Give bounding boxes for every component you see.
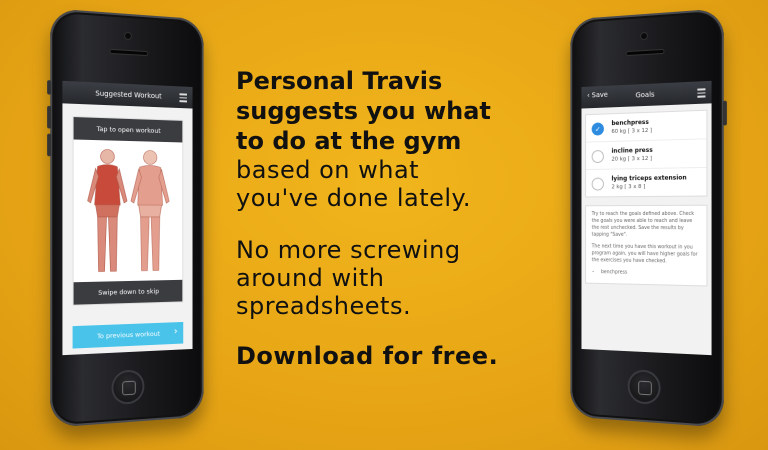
save-back-button[interactable]: ‹ Save [587,91,608,100]
para2-line-1: No more screwing [236,236,556,264]
previous-workout-button[interactable]: To previous workout › [73,322,184,349]
home-button-icon [628,369,661,405]
chevron-right-icon: › [174,326,178,337]
volume-up-button [47,106,51,129]
goal-row[interactable]: ✓ benchpress 60 kg [ 3 x 12 ] [586,111,706,143]
goals-list: ✓ benchpress 60 kg [ 3 x 12 ] incline pr… [585,110,707,198]
nav-bar: ‹ Save Goals [581,81,711,109]
screen-title: Goals [636,91,655,100]
marketing-copy: Personal Travis suggests you what to do … [236,66,556,370]
volume-down-button [47,134,51,157]
chevron-left-icon: ‹ [587,92,590,100]
unchecked-circle-icon[interactable] [592,178,604,191]
skip-workout-bar[interactable]: Swipe down to skip [74,280,183,305]
save-label: Save [592,91,608,100]
left-screen: Suggested Workout Tap to open workout Sw… [62,81,192,355]
goal-row[interactable]: lying triceps extension 2 kg [ 3 x 8 ] [586,168,706,197]
previous-workout-label: To previous workout [97,330,160,341]
instructions-text-1: Try to reach the goals defined above. Ch… [592,212,701,240]
download-cta[interactable]: Download for free. [236,342,556,370]
nav-bar: Suggested Workout [62,81,192,109]
mute-switch [47,80,51,95]
menu-icon[interactable] [697,88,705,99]
subline-1: based on what [236,156,556,184]
unchecked-circle-icon[interactable] [592,150,604,163]
goal-name: lying triceps extension [611,174,686,182]
headline-line-3: to do at the gym [236,126,556,156]
instructions-text-2: The next time you have this workout in y… [592,244,701,266]
camera-icon [640,32,648,41]
power-button [723,101,727,126]
right-screen: ‹ Save Goals ✓ benchpress 60 kg [ 3 x 12… [581,81,711,355]
goal-name: incline press [611,147,652,155]
headline-line-1: Personal Travis [236,66,556,96]
subline-2: you've done lately. [236,184,556,212]
left-phone: Suggested Workout Tap to open workout Sw… [50,8,203,427]
goal-row[interactable]: incline press 20 kg [ 3 x 12 ] [586,139,706,170]
right-phone: ‹ Save Goals ✓ benchpress 60 kg [ 3 x 12… [570,8,723,427]
check-icon[interactable]: ✓ [592,122,604,135]
speaker-grille [109,49,148,56]
muscle-figure-image [74,144,183,281]
checked-exercise-item: benchpress [601,270,700,279]
para2-line-2: around with [236,264,556,292]
goal-detail: 60 kg [ 3 x 12 ] [611,128,652,135]
goal-detail: 20 kg [ 3 x 12 ] [611,156,652,163]
home-button-icon [111,369,144,405]
para2-line-3: spreadsheets. [236,292,556,320]
open-workout-bar[interactable]: Tap to open workout [74,117,183,142]
speaker-grille [626,49,665,56]
headline-line-2: suggests you what [236,96,556,126]
goal-detail: 2 kg [ 3 x 8 ] [611,183,686,190]
workout-card[interactable]: Tap to open workout Swipe down to skip [73,116,184,306]
camera-icon [124,32,132,41]
goal-name: benchpress [611,119,652,127]
screen-title: Suggested Workout [95,89,161,100]
menu-icon[interactable] [180,93,187,104]
instructions-panel: Try to reach the goals defined above. Ch… [585,205,707,286]
